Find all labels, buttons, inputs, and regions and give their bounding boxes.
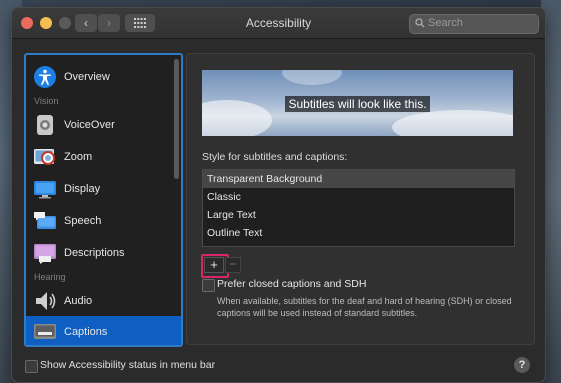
- zoom-icon: [34, 149, 55, 165]
- sidebar-item-label: Speech: [64, 215, 102, 227]
- section-header-vision: Vision: [34, 96, 59, 106]
- sidebar-item-audio[interactable]: Audio: [26, 285, 181, 317]
- prefer-cc-checkbox[interactable]: [202, 279, 215, 292]
- prefer-cc-description: When available, subtitles for the deaf a…: [217, 296, 512, 318]
- status-menu-label: Show Accessibility status in menu bar: [40, 359, 216, 371]
- title-bar: ‹ › Accessibility: [12, 8, 545, 39]
- help-button[interactable]: ?: [514, 357, 530, 373]
- sidebar-item-voiceover[interactable]: VoiceOver: [26, 109, 181, 141]
- search-field[interactable]: [409, 14, 539, 34]
- sidebar-item-label: Display: [64, 183, 101, 195]
- search-icon: [415, 18, 425, 28]
- prefer-cc-label: Prefer closed captions and SDH: [217, 278, 367, 290]
- sidebar-item-zoom[interactable]: Zoom: [26, 141, 181, 173]
- add-style-button[interactable]: +: [204, 257, 224, 273]
- cloud-shape: [282, 70, 342, 85]
- sidebar-item-overview[interactable]: Overview: [26, 61, 181, 93]
- style-list-label: Style for subtitles and captions:: [202, 151, 348, 163]
- remove-style-button[interactable]: −: [225, 257, 241, 273]
- sidebar-item-display[interactable]: Display: [26, 173, 181, 205]
- sidebar-item-speech[interactable]: Speech: [26, 205, 181, 237]
- sidebar-item-label: Zoom: [64, 151, 93, 163]
- sidebar-item-label: VoiceOver: [64, 119, 115, 131]
- sidebar-item-label: Captions: [64, 326, 108, 338]
- sidebar-item-descriptions[interactable]: Descriptions: [26, 237, 181, 269]
- search-input[interactable]: [428, 16, 532, 30]
- cloud-shape: [392, 110, 513, 136]
- speech-icon: [34, 212, 56, 229]
- preferences-window: ‹ › Accessibility Search Overview Vision…: [11, 7, 546, 383]
- style-option-classic[interactable]: Classic: [203, 188, 514, 206]
- voiceover-icon: [37, 115, 53, 135]
- captions-pane: Subtitles will look like this. Style for…: [186, 53, 535, 345]
- sidebar-item-label: Audio: [64, 295, 93, 307]
- caption-style-list: Transparent Background Classic Large Tex…: [202, 169, 515, 247]
- accessibility-icon: [34, 66, 56, 88]
- sidebar-item-label: Descriptions: [64, 247, 125, 259]
- sidebar-item-captions[interactable]: Captions: [26, 316, 181, 345]
- sidebar-item-label: Overview: [64, 71, 110, 83]
- style-option-transparent-background[interactable]: Transparent Background: [203, 170, 514, 188]
- preview-subtitle-text: Subtitles will look like this.: [285, 96, 430, 112]
- captions-icon: [34, 324, 56, 339]
- style-option-large-text[interactable]: Large Text: [203, 206, 514, 224]
- speaker-icon: [36, 292, 56, 310]
- descriptions-icon: [34, 244, 56, 264]
- section-header-hearing: Hearing: [34, 272, 66, 282]
- sidebar: Overview Vision VoiceOver Zoom Display S…: [24, 53, 183, 347]
- status-menu-checkbox[interactable]: [25, 360, 38, 373]
- style-option-outline-text[interactable]: Outline Text: [203, 224, 514, 242]
- subtitle-preview: Subtitles will look like this.: [202, 70, 513, 136]
- display-icon: [34, 181, 56, 199]
